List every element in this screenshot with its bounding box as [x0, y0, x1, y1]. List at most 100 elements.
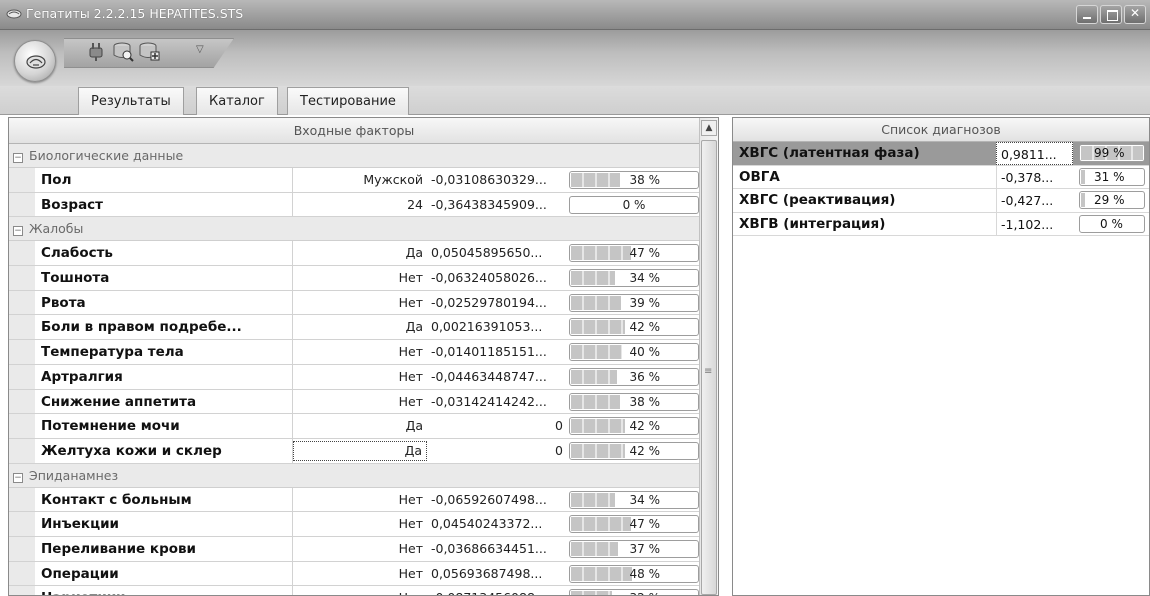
factor-progress-bar: 34 % [569, 490, 699, 509]
factor-value[interactable]: Нет [293, 365, 427, 389]
factor-row[interactable]: Пол Мужской -0,03108630329... 38 % [9, 168, 699, 193]
factor-row[interactable]: Тошнота Нет -0,06324058026... 34 % [9, 266, 699, 291]
factor-value[interactable]: Да [293, 315, 427, 339]
diagnosis-progress-bar: 0 % [1079, 214, 1145, 233]
factor-value[interactable]: Нет [293, 488, 427, 512]
row-gutter [9, 536, 35, 561]
row-gutter [9, 487, 35, 512]
factor-value[interactable]: Нет [293, 390, 427, 414]
factor-value[interactable]: Нет [293, 291, 427, 315]
factor-progress-bar: 38 % [569, 392, 699, 411]
row-gutter [9, 438, 35, 463]
row-gutter [9, 340, 35, 364]
input-factors-rows: − Биологические данные Пол Мужской -0,031086… [9, 144, 699, 595]
row-gutter [9, 241, 35, 266]
factor-progress-bar: 38 % [569, 171, 699, 189]
factor-row[interactable]: Температура тела Нет -0,01401185151... 40 % [9, 340, 699, 365]
factor-row[interactable]: Потемнение мочи Да 0 42 % [9, 414, 699, 439]
factor-percent: 38 % [629, 173, 661, 187]
factor-value[interactable]: Нет [293, 340, 427, 364]
row-gutter [9, 512, 35, 536]
chevron-down-icon[interactable]: ▽ [196, 44, 204, 55]
diagnosis-row[interactable]: ОВГА -0,378... 31 % [733, 165, 1149, 189]
factor-percent: 38 % [629, 394, 661, 409]
diagnosis-row[interactable]: ХВГВ (интеграция) -1,102... 0 % [733, 212, 1149, 236]
tab-catalog[interactable]: Каталог [196, 87, 278, 115]
group-header[interactable]: − Жалобы [9, 217, 699, 242]
factor-row[interactable]: Возраст 24 -0,36438345909... 0 % [9, 192, 699, 218]
row-gutter [9, 290, 35, 315]
factor-value[interactable]: Нет [293, 562, 427, 586]
factor-progress-bar: 39 % [569, 293, 699, 312]
collapse-icon[interactable]: − [13, 226, 23, 237]
factor-progress-bar: 42 % [569, 417, 699, 436]
maximize-button[interactable] [1100, 5, 1122, 24]
factor-percent: 32 % [630, 591, 661, 595]
row-gutter [9, 192, 35, 217]
factor-weight: -0,03108630329... [431, 172, 547, 187]
factor-name: Снижение аппетита [35, 389, 293, 414]
factor-row[interactable]: Переливание крови Нет -0,03686634451... 37 … [9, 536, 699, 562]
factor-row[interactable]: НаркотикиНет-0,08713456088... 32 % [9, 586, 699, 595]
factor-value[interactable]: Нет [293, 586, 427, 595]
factor-row[interactable]: Рвота Нет -0,02529780194... 39 % [9, 290, 699, 316]
diagnosis-value: 0,9811... [996, 142, 1073, 165]
factor-weight: -0,02529780194... [431, 294, 547, 310]
factor-percent: 34 % [629, 492, 661, 507]
diagnosis-percent: 29 % [1094, 193, 1125, 207]
application-menu-icon [26, 55, 46, 69]
factor-weight: 0 [555, 442, 563, 458]
factor-row[interactable]: Слабость Да 0,05045895650... 47 % [9, 241, 699, 267]
factor-weight: 0 [555, 418, 563, 434]
tab-testing[interactable]: Тестирование [287, 87, 409, 115]
factor-name: Температура тела [35, 340, 293, 364]
row-gutter [9, 389, 35, 414]
factor-value[interactable]: Да [293, 241, 427, 265]
factor-weight: -0,06592607498... [431, 491, 547, 507]
factor-value[interactable]: Да [293, 440, 427, 461]
factor-value[interactable]: Нет [293, 512, 427, 536]
scroll-up-icon[interactable]: ▲ [701, 120, 717, 136]
factor-value[interactable]: Мужской [293, 168, 427, 192]
group-header[interactable]: − Биологические данные [9, 144, 699, 168]
collapse-icon[interactable]: − [13, 153, 23, 163]
factor-value[interactable]: Нет [293, 266, 427, 290]
diagnosis-row[interactable]: ХВГС (латентная фаза) 0,9811... 99 % [733, 142, 1149, 166]
factor-name: Желтуха кожи и склер [35, 438, 293, 463]
factor-row[interactable]: Снижение аппетита Нет -0,03142414242... 38 … [9, 389, 699, 415]
close-button[interactable] [1124, 5, 1146, 24]
progress-fill [571, 345, 623, 360]
vertical-scrollbar[interactable]: ▲ ≡ [699, 118, 718, 595]
row-gutter [9, 168, 35, 192]
factor-value[interactable]: Да [293, 414, 427, 438]
factor-row[interactable]: Операции Нет 0,05693687498... 48 % [9, 561, 699, 587]
factor-name: Слабость [35, 241, 293, 266]
collapse-icon[interactable]: − [13, 472, 23, 483]
minimize-button[interactable] [1076, 5, 1098, 24]
factor-name: Операции [35, 561, 293, 586]
progress-fill [571, 443, 625, 458]
factor-weight: -0,36438345909... [431, 196, 547, 212]
factor-percent: 39 % [629, 295, 661, 310]
factor-value[interactable]: Нет [293, 537, 427, 561]
database-add-icon[interactable] [138, 40, 160, 62]
factor-progress-bar: 34 % [569, 269, 699, 288]
factor-row[interactable]: Желтуха кожи и склер Да 0 42 % [9, 438, 699, 464]
group-header[interactable]: − Эпиданамнез [9, 463, 699, 488]
factor-value[interactable]: 24 [293, 193, 427, 217]
plug-icon[interactable] [86, 40, 108, 62]
factor-row[interactable]: Боли в правом подребе... Да 0,00216391053.… [9, 315, 699, 341]
application-menu-button[interactable] [14, 40, 56, 82]
progress-fill [571, 320, 625, 335]
diagnosis-value: -1,102... [996, 212, 1073, 235]
window-title: Гепатиты 2.2.2.15 HEPATITES.STS [26, 6, 244, 21]
progress-fill [571, 394, 620, 409]
factor-row[interactable]: Контакт с больным Нет -0,06592607498... 34 … [9, 487, 699, 513]
factor-percent: 47 % [629, 517, 661, 532]
factor-row[interactable]: Инъекции Нет 0,04540243372... 47 % [9, 512, 699, 537]
database-search-icon[interactable] [112, 40, 134, 62]
diagnosis-row[interactable]: ХВГС (реактивация) -0,427... 29 % [733, 189, 1149, 213]
factor-row[interactable]: Артралгия Нет -0,04463448747... 36 % [9, 364, 699, 390]
factor-progress-bar: 48 % [569, 564, 699, 583]
tab-results[interactable]: Результаты [78, 87, 184, 115]
